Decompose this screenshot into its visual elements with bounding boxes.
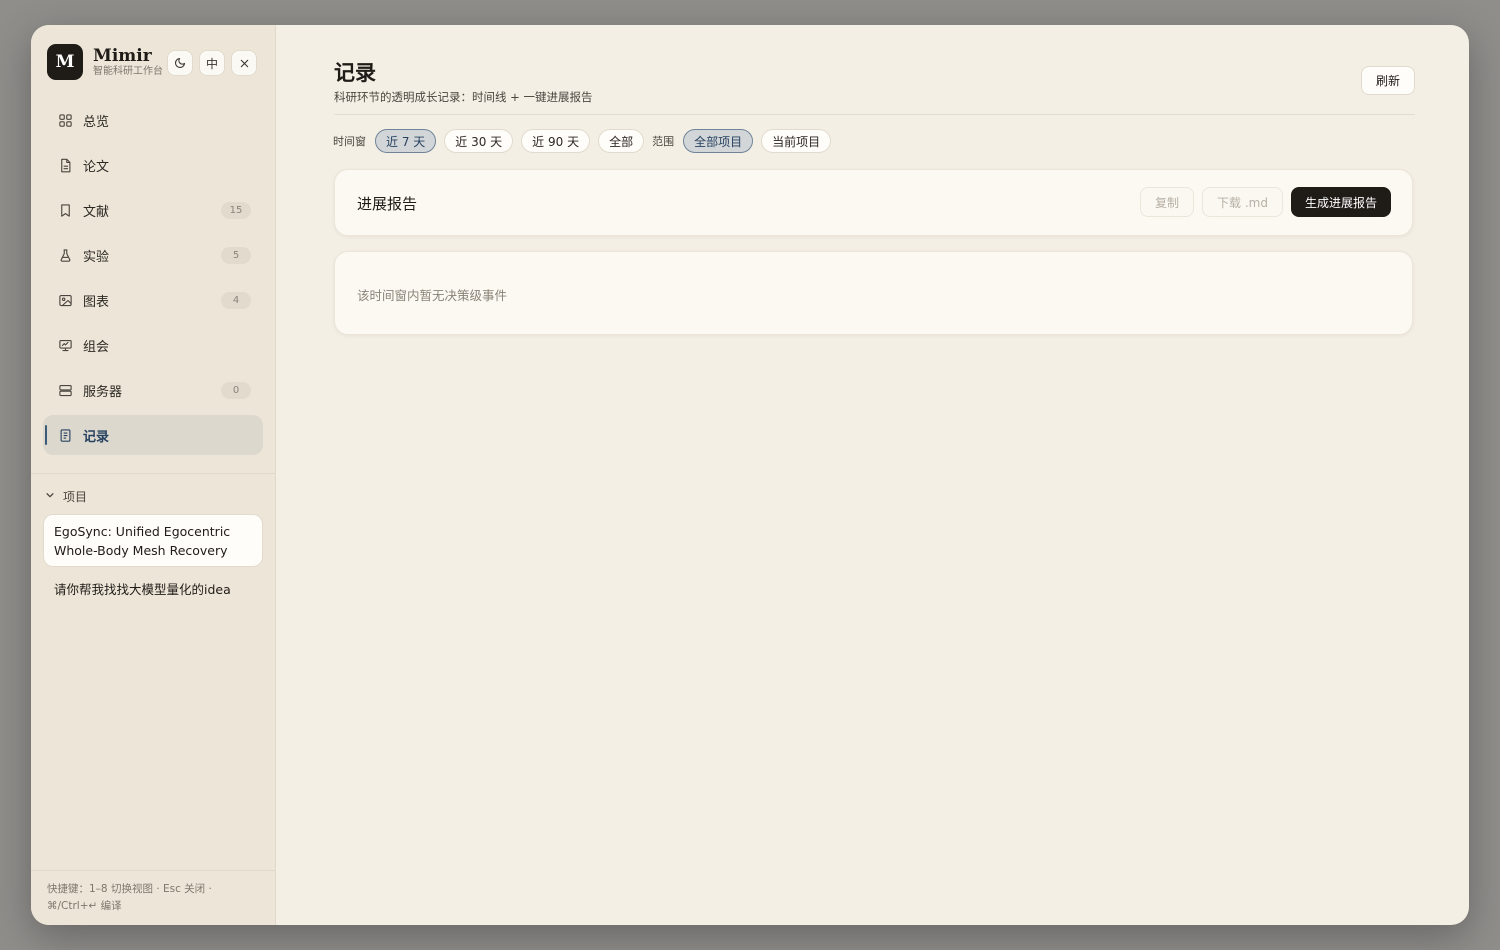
shortcut-hint: 快捷键：1–8 切换视图 · Esc 关闭 · ⌘/Ctrl+↵ 编译: [47, 883, 212, 912]
timeline-card: 该时间窗内暂无决策级事件: [334, 251, 1413, 335]
generate-report-button[interactable]: 生成进展报告: [1290, 187, 1391, 217]
download-md-button[interactable]: 下载 .md: [1202, 187, 1283, 217]
page-title: 记录: [334, 60, 376, 85]
filter-bar: 时间窗 近 7 天 近 30 天 近 90 天 全部 范围 全部项目 当前项目: [333, 129, 839, 153]
time-chip-7d[interactable]: 近 7 天: [375, 129, 437, 153]
sidebar-item-label: 记录: [83, 429, 110, 445]
server-icon: [57, 382, 73, 398]
window-controls: 中: [167, 50, 257, 76]
bookmark-icon: [57, 202, 73, 218]
app-logo: M: [47, 44, 83, 80]
sidebar-item-label: 组会: [83, 339, 110, 355]
language-toggle-button[interactable]: 中: [199, 50, 225, 76]
brand-text: Mimir 智能科研工作台: [93, 46, 163, 78]
copy-button[interactable]: 复制: [1140, 187, 1195, 217]
empty-state-text: 该时间窗内暂无决策级事件: [357, 288, 508, 303]
progress-report-card: 进展报告 复制 下载 .md 生成进展报告: [334, 169, 1413, 236]
sidebar-item-label: 论文: [83, 159, 110, 175]
report-title: 进展报告: [357, 195, 418, 213]
sidebar-item-records[interactable]: 记录: [43, 415, 263, 455]
divider: [334, 114, 1415, 115]
projects-section-toggle[interactable]: 项目: [45, 488, 87, 505]
time-chip-30d[interactable]: 近 30 天: [444, 129, 514, 153]
app-name: Mimir: [93, 46, 152, 66]
main-panel: 记录 科研环节的透明成长记录：时间线 + 一键进展报告 刷新 时间窗 近 7 天…: [276, 25, 1469, 925]
project-item[interactable]: 请你帮我找找大模型量化的idea: [54, 579, 231, 598]
journal-icon: [57, 427, 73, 443]
image-icon: [57, 292, 73, 308]
sidebar-item-meetings[interactable]: 组会: [43, 325, 263, 365]
time-window-label: 时间窗: [333, 135, 366, 148]
divider: [31, 870, 276, 871]
project-item-selected[interactable]: EgoSync: Unified Egocentric Whole-Body M…: [43, 514, 263, 567]
sidebar-item-label: 实验: [83, 249, 110, 265]
brand: M Mimir 智能科研工作台: [47, 44, 163, 80]
presentation-icon: [57, 337, 73, 353]
sidebar-item-label: 服务器: [83, 384, 123, 400]
refresh-button[interactable]: 刷新: [1361, 66, 1415, 95]
count-badge: 0: [221, 382, 251, 399]
chevron-down-icon: [45, 490, 55, 503]
theme-toggle-button[interactable]: [167, 50, 193, 76]
scope-label: 范围: [652, 135, 675, 148]
sidebar-item-servers[interactable]: 服务器 0: [43, 370, 263, 410]
sidebar-item-paper[interactable]: 论文: [43, 145, 263, 185]
close-button[interactable]: [231, 50, 257, 76]
sidebar-item-overview[interactable]: 总览: [43, 100, 263, 140]
document-icon: [57, 157, 73, 173]
app-window: M Mimir 智能科研工作台 中 总览 论文 文献 15 实验 5 图表 4 …: [31, 25, 1469, 925]
sidebar: M Mimir 智能科研工作台 中 总览 论文 文献 15 实验 5 图表 4 …: [31, 25, 276, 925]
grid-icon: [57, 112, 73, 128]
sidebar-nav: 总览 论文 文献 15 实验 5 图表 4 组会 服务器 0 记录: [43, 100, 263, 460]
time-chip-90d[interactable]: 近 90 天: [521, 129, 591, 153]
sidebar-item-label: 图表: [83, 294, 110, 310]
scope-chip-current-project[interactable]: 当前项目: [761, 129, 832, 153]
count-badge: 4: [221, 292, 251, 309]
report-actions: 复制 下载 .md 生成进展报告: [1140, 187, 1391, 217]
scope-chip-all-projects[interactable]: 全部项目: [683, 129, 754, 153]
sidebar-item-figures[interactable]: 图表 4: [43, 280, 263, 320]
sidebar-item-label: 总览: [83, 114, 110, 130]
moon-icon: [174, 57, 186, 69]
app-subtitle: 智能科研工作台: [93, 66, 163, 77]
sidebar-item-experiments[interactable]: 实验 5: [43, 235, 263, 275]
sidebar-item-literature[interactable]: 文献 15: [43, 190, 263, 230]
divider: [31, 473, 276, 474]
projects-heading: 项目: [63, 490, 88, 504]
time-chip-all[interactable]: 全部: [598, 129, 645, 153]
count-badge: 5: [221, 247, 251, 264]
close-icon: [240, 59, 248, 67]
flask-icon: [57, 247, 73, 263]
count-badge: 15: [221, 202, 251, 219]
page-subtitle: 科研环节的透明成长记录：时间线 + 一键进展报告: [334, 90, 593, 104]
sidebar-item-label: 文献: [83, 204, 110, 220]
